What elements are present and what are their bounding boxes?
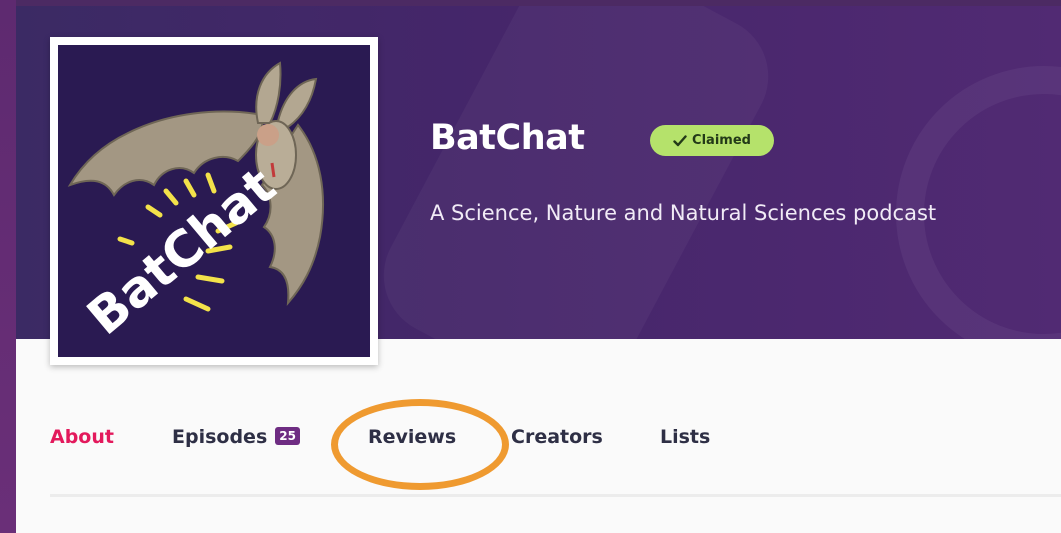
- tab-episodes-label: Episodes: [172, 426, 268, 448]
- tab-about-label: About: [50, 426, 114, 448]
- podcast-description: A Science, Nature and Natural Sciences p…: [430, 201, 937, 225]
- tab-about[interactable]: About: [50, 426, 114, 448]
- tab-creators-label: Creators: [511, 426, 603, 448]
- episodes-count-badge: 25: [275, 427, 300, 445]
- podcast-title: BatChat: [430, 118, 585, 158]
- screen-border-left: [0, 0, 16, 533]
- tab-reviews[interactable]: Reviews: [368, 426, 456, 448]
- bat-illustration: BatChat: [58, 45, 370, 357]
- hero-decoration: [362, 6, 790, 339]
- tab-lists[interactable]: Lists: [660, 426, 710, 448]
- claimed-badge: Claimed: [650, 125, 774, 156]
- tab-reviews-label: Reviews: [368, 426, 457, 448]
- tab-creators[interactable]: Creators: [511, 426, 603, 448]
- podcast-artwork[interactable]: BatChat: [50, 37, 378, 365]
- checkmark-icon: [673, 134, 687, 146]
- tab-bar-divider: [50, 494, 1061, 497]
- tab-lists-label: Lists: [660, 426, 711, 448]
- tab-episodes[interactable]: Episodes 25: [172, 426, 300, 448]
- claimed-badge-label: Claimed: [692, 133, 751, 148]
